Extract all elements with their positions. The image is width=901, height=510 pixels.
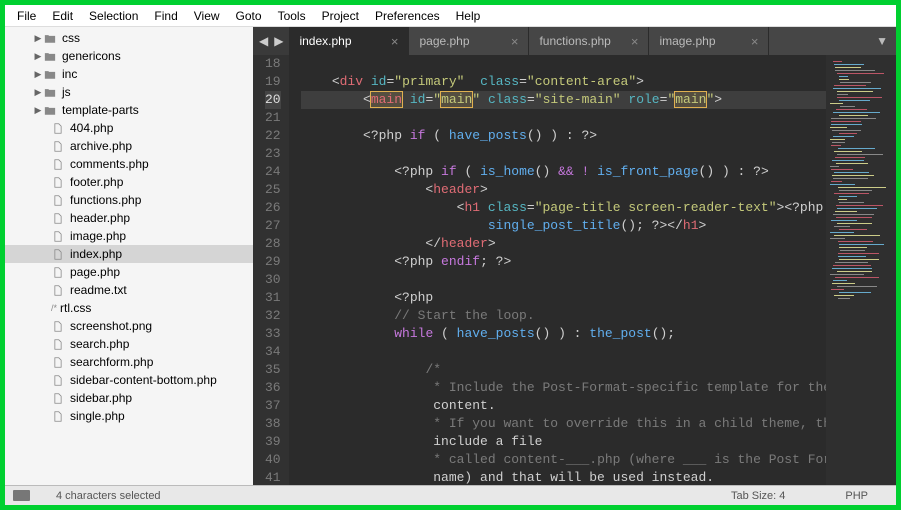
file-tree: ▶css▶genericons▶inc▶js▶template-parts404… <box>5 27 253 485</box>
folder-js[interactable]: ▶js <box>5 83 253 101</box>
tab-overflow[interactable]: ▼ <box>769 27 896 55</box>
status-tabsize[interactable]: Tab Size: 4 <box>731 490 785 502</box>
file-screenshot-png[interactable]: screenshot.png <box>5 317 253 335</box>
file-search-php[interactable]: search.php <box>5 335 253 353</box>
menu-file[interactable]: File <box>9 7 44 25</box>
file-footer-php[interactable]: footer.php <box>5 173 253 191</box>
menu-tools[interactable]: Tools <box>270 7 314 25</box>
file-functions-php[interactable]: functions.php <box>5 191 253 209</box>
menu-find[interactable]: Find <box>146 7 185 25</box>
status-bar: 4 characters selected Tab Size: 4 PHP <box>5 485 896 505</box>
file-header-php[interactable]: header.php <box>5 209 253 227</box>
file-readme-txt[interactable]: readme.txt <box>5 281 253 299</box>
tab-index-php[interactable]: index.php× <box>289 27 409 55</box>
close-icon[interactable]: × <box>391 34 399 49</box>
file-icon <box>51 356 65 368</box>
expand-icon[interactable]: ▶ <box>33 69 43 80</box>
menu-bar: FileEditSelectionFindViewGotoToolsProjec… <box>5 5 896 27</box>
editor-panel: ◀ ▶ index.php×page.php×functions.php×ima… <box>253 27 896 485</box>
file-icon <box>51 392 65 404</box>
menu-edit[interactable]: Edit <box>44 7 81 25</box>
expand-icon[interactable]: ▶ <box>33 87 43 98</box>
file-icon <box>51 230 65 242</box>
file-icon <box>51 194 65 206</box>
menu-help[interactable]: Help <box>448 7 489 25</box>
file-icon <box>51 140 65 152</box>
menu-goto[interactable]: Goto <box>228 7 270 25</box>
file-icon <box>51 122 65 134</box>
status-language[interactable]: PHP <box>845 490 868 502</box>
close-icon[interactable]: × <box>631 34 639 49</box>
tab-functions-php[interactable]: functions.php× <box>529 27 649 55</box>
console-icon[interactable] <box>13 490 30 501</box>
file-icon <box>51 248 65 260</box>
file-icon <box>51 374 65 386</box>
folder-genericons[interactable]: ▶genericons <box>5 47 253 65</box>
expand-icon[interactable]: ▶ <box>33 105 43 116</box>
file-icon <box>51 410 65 422</box>
folder-icon <box>43 104 57 116</box>
line-gutter: 1819202122232425262728293031323334353637… <box>253 55 289 485</box>
file-page-php[interactable]: page.php <box>5 263 253 281</box>
file-icon <box>51 158 65 170</box>
folder-inc[interactable]: ▶inc <box>5 65 253 83</box>
file-icon <box>51 320 65 332</box>
file-icon <box>51 284 65 296</box>
close-icon[interactable]: × <box>511 34 519 49</box>
status-selection: 4 characters selected <box>56 490 161 502</box>
tab-nav[interactable]: ◀ ▶ <box>253 27 289 55</box>
nav-right-icon[interactable]: ▶ <box>274 34 283 48</box>
file-index-php[interactable]: index.php <box>5 245 253 263</box>
file-icon <box>51 176 65 188</box>
minimap[interactable] <box>826 55 896 485</box>
file-icon <box>51 266 65 278</box>
folder-css[interactable]: ▶css <box>5 29 253 47</box>
menu-view[interactable]: View <box>186 7 228 25</box>
expand-icon[interactable]: ▶ <box>33 51 43 62</box>
file-image-php[interactable]: image.php <box>5 227 253 245</box>
folder-template-parts[interactable]: ▶template-parts <box>5 101 253 119</box>
folder-icon <box>43 68 57 80</box>
tab-page-php[interactable]: page.php× <box>409 27 529 55</box>
folder-icon <box>43 86 57 98</box>
file-single-php[interactable]: single.php <box>5 407 253 425</box>
tab-image-php[interactable]: image.php× <box>649 27 769 55</box>
file-searchform-php[interactable]: searchform.php <box>5 353 253 371</box>
menu-selection[interactable]: Selection <box>81 7 146 25</box>
close-icon[interactable]: × <box>751 34 759 49</box>
file-sidebar-content-bottom-php[interactable]: sidebar-content-bottom.php <box>5 371 253 389</box>
file-icon <box>51 212 65 224</box>
menu-project[interactable]: Project <box>314 7 367 25</box>
code-content[interactable]: <div id="primary" class="content-area"> … <box>289 55 896 485</box>
expand-icon[interactable]: ▶ <box>33 33 43 44</box>
tab-bar: ◀ ▶ index.php×page.php×functions.php×ima… <box>253 27 896 55</box>
folder-icon <box>43 50 57 62</box>
file-rtl-css[interactable]: /*rtl.css <box>5 299 253 317</box>
file-404-php[interactable]: 404.php <box>5 119 253 137</box>
editor-window: FileEditSelectionFindViewGotoToolsProjec… <box>5 5 896 505</box>
nav-left-icon[interactable]: ◀ <box>259 34 268 48</box>
file-icon <box>51 338 65 350</box>
file-archive-php[interactable]: archive.php <box>5 137 253 155</box>
menu-preferences[interactable]: Preferences <box>367 7 448 25</box>
file-sidebar-php[interactable]: sidebar.php <box>5 389 253 407</box>
file-comments-php[interactable]: comments.php <box>5 155 253 173</box>
code-area[interactable]: 1819202122232425262728293031323334353637… <box>253 55 896 485</box>
folder-icon <box>43 32 57 44</box>
